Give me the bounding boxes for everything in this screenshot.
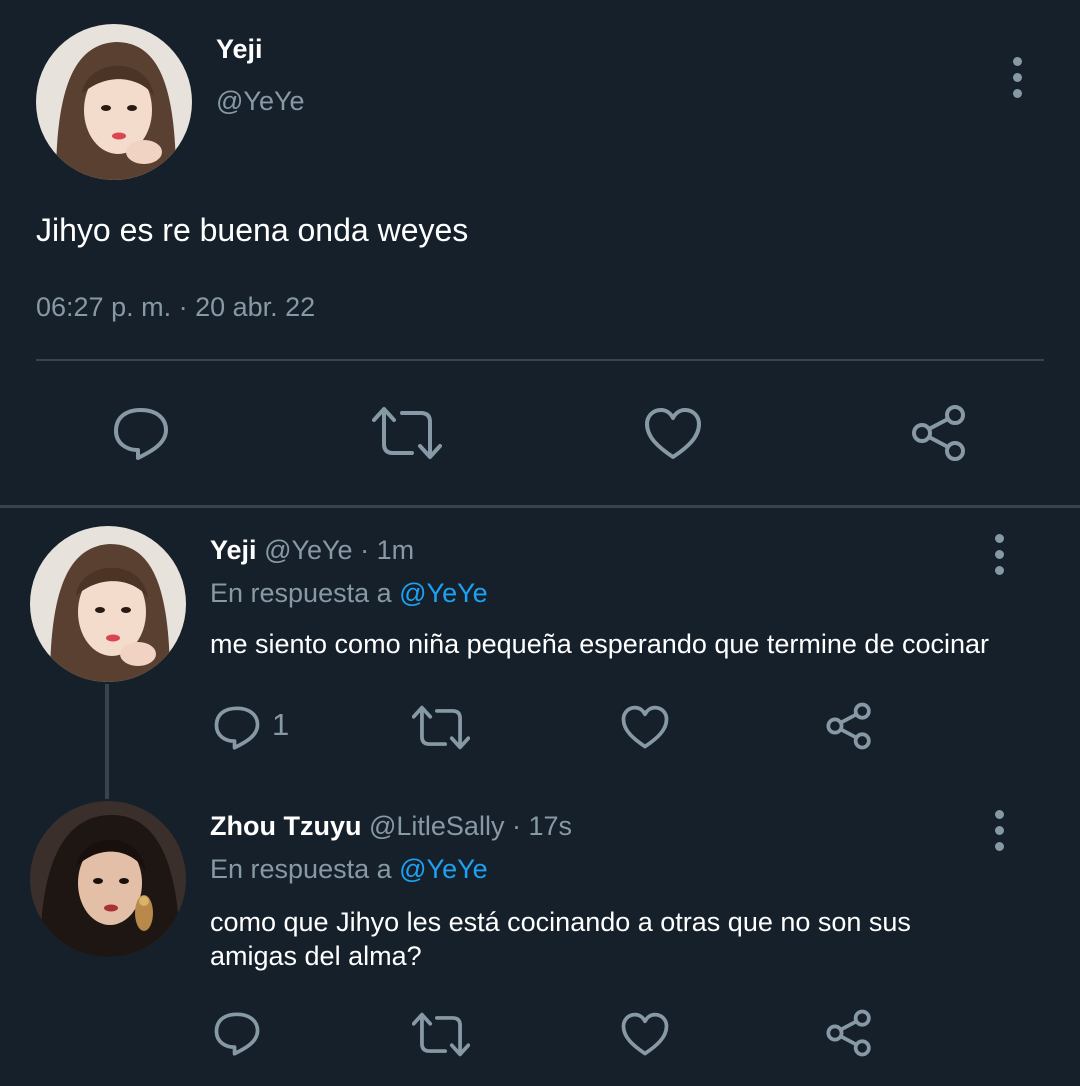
tweet-text-line: como que Jihyo les está cocinando a otra… (210, 907, 911, 937)
timestamp[interactable]: 06:27 p. m. · 20 abr. 22 (36, 292, 315, 323)
share-icon[interactable] (910, 404, 968, 462)
display-name[interactable]: Yeji (210, 535, 257, 565)
replying-to: En respuesta a @YeYe (210, 854, 488, 885)
display-name[interactable]: Zhou Tzuyu (210, 811, 361, 841)
more-options-icon[interactable] (993, 810, 1005, 851)
more-options-icon[interactable] (993, 534, 1005, 575)
like-icon[interactable] (621, 1012, 669, 1057)
reply-count: 1 (272, 707, 290, 742)
share-icon[interactable] (825, 702, 873, 750)
reply-header: Zhou Tzuyu @LitleSally · 17s (210, 811, 572, 842)
tweet-text: Jihyo es re buena onda weyes (36, 212, 469, 248)
handle[interactable]: @YeYe (264, 535, 353, 565)
tweet-text-line: amigas del alma? (210, 941, 422, 971)
retweet-icon[interactable] (412, 705, 470, 750)
reply-header: Yeji @YeYe · 1m (210, 535, 414, 566)
divider (36, 359, 1044, 361)
avatar[interactable] (30, 526, 186, 682)
mention-link[interactable]: @YeYe (399, 854, 488, 884)
retweet-icon[interactable] (412, 1012, 470, 1057)
handle[interactable]: @LitleSally (369, 811, 504, 841)
relative-time: · 1m (352, 535, 415, 565)
replying-to: En respuesta a @YeYe (210, 578, 488, 609)
reply-icon[interactable] (112, 406, 170, 462)
display-name[interactable]: Yeji (216, 34, 263, 65)
handle[interactable]: @YeYe (216, 86, 305, 117)
tweet-text: me siento como niña pequeña esperando qu… (210, 629, 990, 659)
reply-icon[interactable] (213, 705, 261, 751)
avatar[interactable] (36, 24, 192, 180)
like-icon[interactable] (644, 407, 702, 461)
tweet-text: como que Jihyo les está cocinando a otra… (210, 905, 911, 973)
reply-icon[interactable] (213, 1011, 261, 1057)
relative-time: · 17s (504, 811, 572, 841)
section-divider (0, 505, 1080, 508)
share-icon[interactable] (825, 1009, 873, 1057)
replying-to-label: En respuesta a (210, 578, 400, 608)
like-icon[interactable] (621, 705, 669, 750)
more-options-icon[interactable] (1011, 57, 1023, 98)
mention-link[interactable]: @YeYe (399, 578, 488, 608)
thread-line (105, 684, 109, 799)
retweet-icon[interactable] (372, 406, 442, 460)
replying-to-label: En respuesta a (210, 854, 400, 884)
avatar[interactable] (30, 801, 186, 957)
